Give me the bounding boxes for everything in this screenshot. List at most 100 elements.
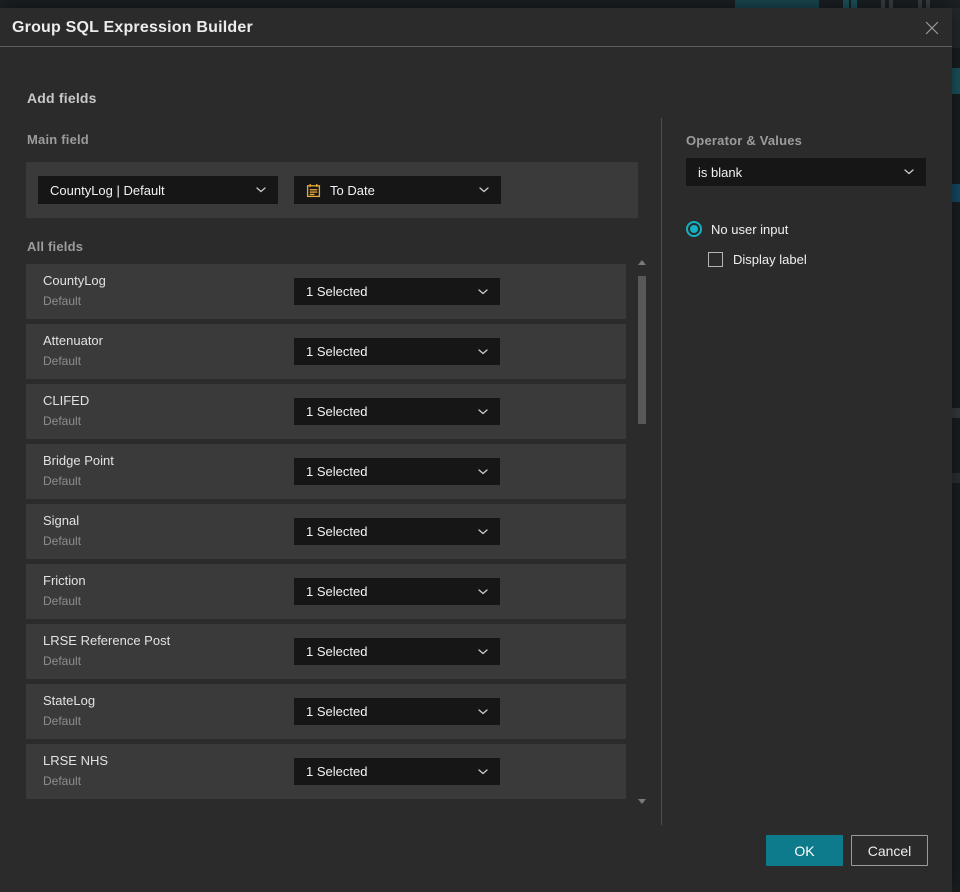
field-selected-dropdown[interactable]: 1 Selected (294, 278, 500, 305)
main-field-select-value: CountyLog | Default (50, 182, 165, 198)
display-label-text: Display label (733, 252, 807, 267)
toolbar-icon-fragment (926, 0, 930, 8)
field-subtitle: Default (43, 354, 82, 368)
dialog-title: Group SQL Expression Builder (12, 19, 253, 36)
toolbar-icon-fragment (889, 0, 893, 8)
field-row: CountyLog Default 1 Selected (26, 264, 626, 319)
chevron-down-icon (479, 187, 489, 193)
scroll-up-arrow-icon[interactable] (638, 260, 646, 265)
main-field-label: Main field (27, 132, 89, 147)
field-row: Signal Default 1 Selected (26, 504, 626, 559)
chevron-down-icon (478, 288, 488, 295)
field-name: Friction (43, 573, 86, 588)
field-name: LRSE NHS (43, 753, 109, 768)
scroll-down-arrow-icon[interactable] (638, 799, 646, 804)
field-subtitle: Default (43, 594, 82, 608)
no-user-input-radio[interactable]: No user input (686, 221, 788, 237)
field-selected-value: 1 Selected (306, 404, 368, 419)
chevron-down-icon (478, 588, 488, 595)
field-selected-dropdown[interactable]: 1 Selected (294, 398, 500, 425)
field-subtitle: Default (43, 534, 82, 548)
field-name: StateLog (43, 693, 96, 708)
chevron-down-icon (904, 169, 914, 175)
field-selected-value: 1 Selected (306, 344, 368, 359)
operator-values-label: Operator & Values (686, 133, 803, 148)
field-selected-dropdown[interactable]: 1 Selected (294, 698, 500, 725)
panel-divider (661, 118, 662, 825)
close-button[interactable] (920, 19, 944, 37)
field-row: Bridge Point Default 1 Selected (26, 444, 626, 499)
background-app-strip: Live View (0, 0, 960, 8)
add-fields-heading: Add fields (27, 90, 97, 106)
sliver-fragment (952, 184, 960, 202)
field-row: Friction Default 1 Selected (26, 564, 626, 619)
radio-selected-icon (686, 221, 702, 237)
main-field-value: To Date (330, 182, 375, 198)
field-subtitle: Default (43, 414, 82, 428)
toolbar-icon-fragment (851, 0, 857, 8)
field-selected-dropdown[interactable]: 1 Selected (294, 578, 500, 605)
dialog-header: Group SQL Expression Builder (0, 8, 952, 47)
field-name: CLIFED (43, 393, 90, 408)
ok-button[interactable]: OK (766, 835, 843, 866)
toolbar-icon-fragment (918, 0, 922, 8)
field-subtitle: Default (43, 774, 82, 788)
field-selected-value: 1 Selected (306, 464, 368, 479)
field-subtitle: Default (43, 714, 82, 728)
live-view-button: Live View (735, 0, 819, 8)
chevron-down-icon (478, 348, 488, 355)
group-sql-expression-builder-dialog: Group SQL Expression Builder Add fields … (0, 8, 952, 892)
field-subtitle: Default (43, 294, 82, 308)
field-selected-value: 1 Selected (306, 524, 368, 539)
field-selected-value: 1 Selected (306, 764, 368, 779)
no-user-input-label: No user input (711, 221, 789, 237)
all-fields-label: All fields (27, 239, 84, 254)
display-label-checkbox[interactable]: Display label (708, 252, 807, 267)
chevron-down-icon (478, 468, 488, 475)
field-selected-value: 1 Selected (306, 644, 368, 659)
chevron-down-icon (478, 648, 488, 655)
main-field-select[interactable]: CountyLog | Default (38, 176, 278, 204)
field-selected-value: 1 Selected (306, 284, 368, 299)
toolbar-icon-fragment (881, 0, 885, 8)
main-field-value-select[interactable]: To Date (294, 176, 501, 204)
field-row: Attenuator Default 1 Selected (26, 324, 626, 379)
close-icon (925, 21, 939, 35)
chevron-down-icon (478, 708, 488, 715)
field-name: Attenuator (43, 333, 103, 348)
chevron-down-icon (478, 408, 488, 415)
toolbar-icon-fragment (843, 0, 849, 8)
field-row: CLIFED Default 1 Selected (26, 384, 626, 439)
scrollbar-thumb[interactable] (638, 276, 646, 424)
field-selected-dropdown[interactable]: 1 Selected (294, 338, 500, 365)
operator-select[interactable]: is blank (686, 158, 926, 186)
chevron-down-icon (256, 187, 266, 193)
field-row: LRSE Reference Post Default 1 Selected (26, 624, 626, 679)
field-name: CountyLog (43, 273, 106, 288)
field-selected-dropdown[interactable]: 1 Selected (294, 758, 500, 785)
sliver-fragment (952, 68, 960, 94)
field-row: StateLog Default 1 Selected (26, 684, 626, 739)
field-row: LRSE NHS Default 1 Selected (26, 744, 626, 799)
operator-select-value: is blank (698, 164, 743, 180)
field-subtitle: Default (43, 474, 82, 488)
background-app-sliver (952, 8, 960, 892)
all-fields-list: CountyLog Default 1 Selected Attenuator … (26, 264, 626, 804)
sliver-fragment (952, 408, 960, 418)
calendar-icon (306, 183, 321, 198)
field-selected-dropdown[interactable]: 1 Selected (294, 458, 500, 485)
field-name: Signal (43, 513, 80, 528)
field-name: LRSE Reference Post (43, 633, 171, 648)
field-selected-value: 1 Selected (306, 704, 368, 719)
sliver-fragment (952, 473, 960, 483)
field-selected-dropdown[interactable]: 1 Selected (294, 638, 500, 665)
field-name: Bridge Point (43, 453, 114, 468)
main-field-panel: CountyLog | Default To Date (26, 162, 638, 218)
chevron-down-icon (478, 528, 488, 535)
checkbox-unchecked-icon (708, 252, 723, 267)
cancel-button[interactable]: Cancel (851, 835, 928, 866)
field-selected-value: 1 Selected (306, 584, 368, 599)
field-subtitle: Default (43, 654, 82, 668)
fields-scrollbar (636, 258, 648, 804)
field-selected-dropdown[interactable]: 1 Selected (294, 518, 500, 545)
